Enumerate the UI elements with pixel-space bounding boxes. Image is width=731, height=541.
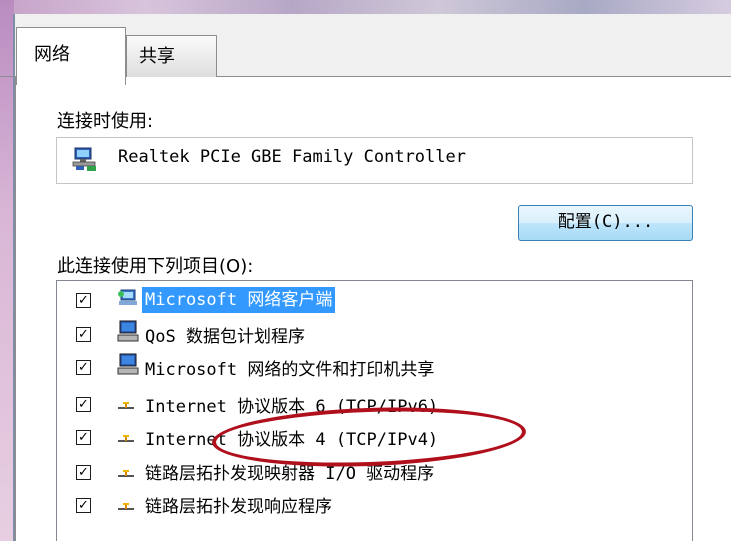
protocol-icon [118,435,134,442]
computer-service-icon [117,353,139,375]
checkbox-item[interactable]: ✓ [76,360,91,375]
tab-divider [0,76,17,77]
item-label-ms-client[interactable]: Microsoft 网络客户端 [142,287,336,313]
protocol-icon [118,503,134,510]
adapter-name: Realtek PCIe GBE Family Controller [118,147,466,167]
tab-sharing[interactable]: 共享 [126,35,217,77]
checkbox-item[interactable]: ✓ [76,293,91,308]
configure-button[interactable]: 配置(C)... [518,205,693,241]
checkbox-item[interactable]: ✓ [76,498,91,513]
item-label-file-print-sharing[interactable]: Microsoft 网络的文件和打印机共享 [145,355,434,380]
item-label-lltd-responder[interactable]: 链路层拓扑发现响应程序 [145,492,332,517]
checkbox-item[interactable]: ✓ [76,327,91,342]
protocol-icon [118,470,134,477]
protocol-icon [118,402,134,409]
checkbox-item[interactable]: ✓ [76,430,91,445]
tab-divider [216,76,731,77]
network-client-icon [118,289,137,305]
checkbox-item[interactable]: ✓ [76,397,91,412]
window-titlebar [0,0,731,14]
item-label-qos[interactable]: QoS 数据包计划程序 [145,322,305,347]
panel-border [15,77,16,541]
connect-using-label: 连接时使用: [57,111,154,132]
network-adapter-icon [72,147,96,171]
computer-service-icon [117,320,139,342]
window-frame-left [0,0,14,541]
checkbox-item[interactable]: ✓ [76,465,91,480]
tab-network[interactable]: 网络 [16,27,126,85]
items-label: 此连接使用下列项目(O): [57,256,254,277]
